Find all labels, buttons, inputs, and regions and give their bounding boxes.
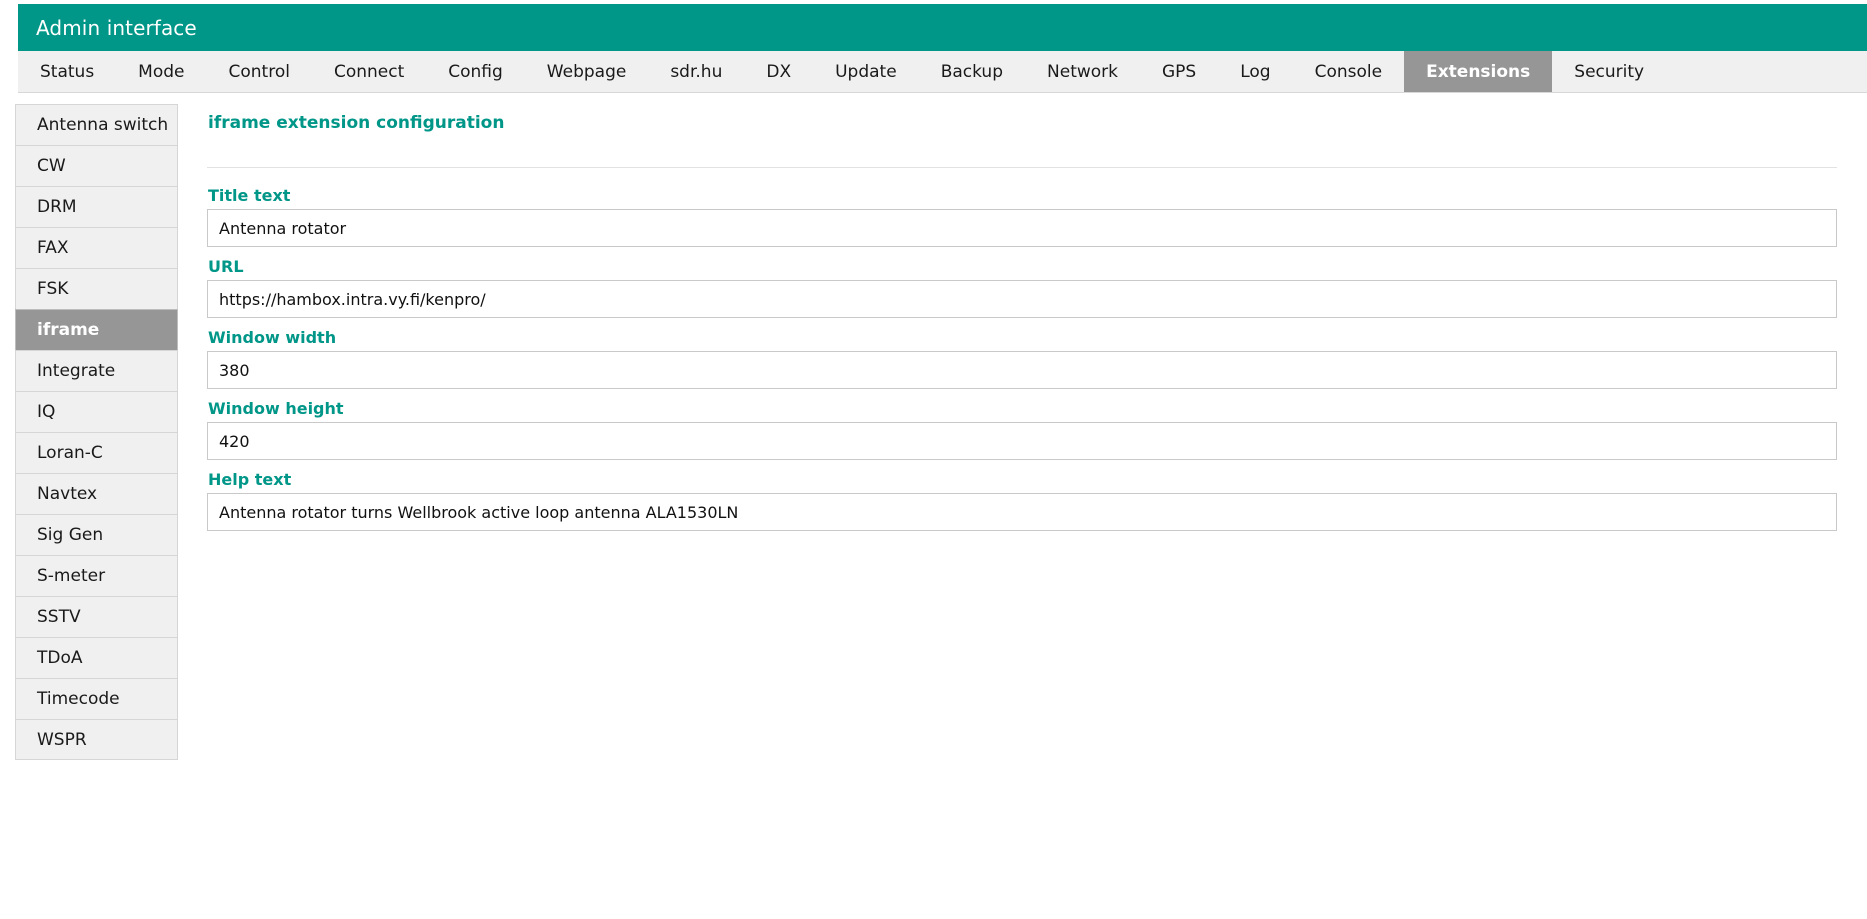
sidebar-item-iframe[interactable]: iframe [15, 309, 178, 350]
sidebar-item-label: CW [37, 156, 66, 176]
heading-divider [207, 167, 1837, 168]
field-window-height: Window height [207, 399, 1837, 460]
sidebar-item-label: Integrate [37, 361, 116, 381]
input-window-height[interactable] [207, 422, 1837, 460]
sidebar-item-label: SSTV [37, 607, 81, 627]
tab-label: Network [1047, 61, 1118, 82]
tab-label: GPS [1162, 61, 1197, 82]
tab-mode[interactable]: Mode [116, 51, 206, 92]
input-help-text[interactable] [207, 493, 1837, 531]
extensions-sidebar: Antenna switch CW DRM FAX FSK iframe Integrate… [15, 104, 178, 760]
field-label-help-text: Help text [208, 470, 292, 489]
sidebar-item-s-meter[interactable]: S-meter [15, 555, 178, 596]
main-content: iframe extension configuration Title tex… [207, 104, 1837, 531]
field-label-title-text: Title text [208, 186, 291, 205]
tab-status[interactable]: Status [18, 51, 116, 92]
tab-config[interactable]: Config [426, 51, 525, 92]
tab-label: Extensions [1426, 61, 1531, 82]
field-help-text: Help text [207, 470, 1837, 531]
field-label-url: URL [208, 257, 244, 276]
sidebar-item-label: Sig Gen [37, 525, 104, 545]
tab-label: Status [40, 61, 95, 82]
field-url: URL [207, 257, 1837, 318]
sidebar-item-label: iframe [37, 320, 100, 340]
tab-security[interactable]: Security [1552, 51, 1666, 92]
field-label-window-width: Window width [208, 328, 337, 347]
sidebar-item-tdoa[interactable]: TDoA [15, 637, 178, 678]
tab-label: Webpage [546, 61, 627, 82]
sidebar-item-label: S-meter [37, 566, 106, 586]
sidebar-item-label: IQ [37, 402, 56, 422]
input-url[interactable] [207, 280, 1837, 318]
tab-label: Security [1574, 61, 1645, 82]
tab-label: Control [228, 61, 290, 82]
tab-console[interactable]: Console [1293, 51, 1405, 92]
tab-connect[interactable]: Connect [312, 51, 426, 92]
sidebar-item-label: Loran-C [37, 443, 103, 463]
sidebar-item-label: Antenna switch [37, 115, 169, 135]
input-window-width[interactable] [207, 351, 1837, 389]
main-tab-bar: Status Mode Control Connect Config Webpage sdr… [18, 51, 1867, 93]
tab-sdr-hu[interactable]: sdr.hu [648, 51, 744, 92]
app-header: Admin interface [18, 4, 1867, 51]
tab-label: Log [1240, 61, 1271, 82]
sidebar-item-antenna-switch[interactable]: Antenna switch [15, 104, 178, 145]
field-label-window-height: Window height [208, 399, 344, 418]
sidebar-item-label: FAX [37, 238, 69, 258]
sidebar-item-label: TDoA [37, 648, 83, 668]
sidebar-item-cw[interactable]: CW [15, 145, 178, 186]
sidebar-item-label: Timecode [37, 689, 120, 709]
sidebar-item-fax[interactable]: FAX [15, 227, 178, 268]
tab-gps[interactable]: GPS [1140, 51, 1218, 92]
tab-label: Connect [333, 61, 405, 82]
input-title-text[interactable] [207, 209, 1837, 247]
tab-network[interactable]: Network [1025, 51, 1140, 92]
tab-webpage[interactable]: Webpage [525, 51, 649, 92]
sidebar-item-loran-c[interactable]: Loran-C [15, 432, 178, 473]
field-window-width: Window width [207, 328, 1837, 389]
tab-log[interactable]: Log [1218, 51, 1292, 92]
sidebar-item-label: WSPR [37, 729, 87, 750]
tab-label: Backup [940, 61, 1004, 82]
sidebar-item-label: Navtex [37, 484, 98, 504]
sidebar-item-integrate[interactable]: Integrate [15, 350, 178, 391]
sidebar-item-wspr[interactable]: WSPR [15, 719, 178, 760]
tab-label: Update [835, 61, 897, 82]
tab-backup[interactable]: Backup [919, 51, 1025, 92]
tab-label: Config [448, 61, 503, 82]
sidebar-item-label: DRM [37, 197, 77, 217]
tab-dx[interactable]: DX [744, 51, 813, 92]
content-heading: iframe extension configuration [208, 113, 505, 133]
sidebar-item-drm[interactable]: DRM [15, 186, 178, 227]
field-title-text: Title text [207, 186, 1837, 247]
sidebar-item-fsk[interactable]: FSK [15, 268, 178, 309]
tab-label: sdr.hu [670, 61, 723, 82]
tab-control[interactable]: Control [207, 51, 312, 92]
tab-label: DX [766, 61, 792, 82]
tab-update[interactable]: Update [813, 51, 919, 92]
sidebar-item-navtex[interactable]: Navtex [15, 473, 178, 514]
sidebar-item-iq[interactable]: IQ [15, 391, 178, 432]
tab-extensions[interactable]: Extensions [1404, 51, 1553, 92]
tab-label: Console [1314, 61, 1383, 82]
sidebar-item-sig-gen[interactable]: Sig Gen [15, 514, 178, 555]
tab-label: Mode [138, 61, 185, 82]
sidebar-item-sstv[interactable]: SSTV [15, 596, 178, 637]
page-title: Admin interface [36, 15, 197, 40]
admin-interface-page: Admin interface Status Mode Control Connect… [0, 0, 1867, 919]
config-form: Title text URL Window width Window height He… [207, 186, 1837, 531]
sidebar-item-label: FSK [37, 279, 69, 299]
sidebar-item-timecode[interactable]: Timecode [15, 678, 178, 719]
